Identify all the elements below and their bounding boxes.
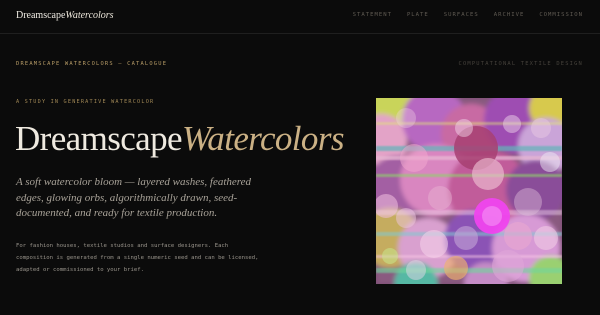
- page-title: DreamscapeWatercolors: [15, 119, 344, 159]
- top-nav: DreamscapeWatercolors STATEMENT PLATE SU…: [0, 0, 600, 34]
- title-main: Dreamscape: [15, 119, 183, 158]
- brand-name: Dreamscape: [16, 10, 66, 21]
- title-accent: Watercolors: [181, 119, 345, 158]
- nav-link-surfaces[interactable]: SURFACES: [444, 12, 479, 18]
- nav-link-statement[interactable]: STATEMENT: [353, 12, 392, 18]
- brand-accent: Watercolors: [65, 10, 114, 21]
- hero-lede: A soft watercolor bloom — layered washes…: [16, 176, 252, 219]
- nav-link-commission[interactable]: COMMISSION: [539, 12, 583, 18]
- brand-logo[interactable]: DreamscapeWatercolors: [16, 10, 114, 21]
- artwork-canvas: [376, 98, 562, 284]
- nav-menu: STATEMENT PLATE SURFACES ARCHIVE COMMISS…: [338, 12, 583, 18]
- hero-eyebrow: A STUDY IN GENERATIVE WATERCOLOR: [16, 99, 155, 105]
- nav-link-archive[interactable]: ARCHIVE: [494, 12, 525, 18]
- hero-body: For fashion houses, textile studios and …: [16, 243, 259, 274]
- category-label: COMPUTATIONAL TEXTILE DESIGN: [458, 61, 583, 67]
- watercolor-artwork: [376, 98, 562, 284]
- nav-link-plate[interactable]: PLATE: [407, 12, 429, 18]
- catalogue-label: DREAMSCAPE WATERCOLORS — CATALOGUE: [16, 61, 168, 67]
